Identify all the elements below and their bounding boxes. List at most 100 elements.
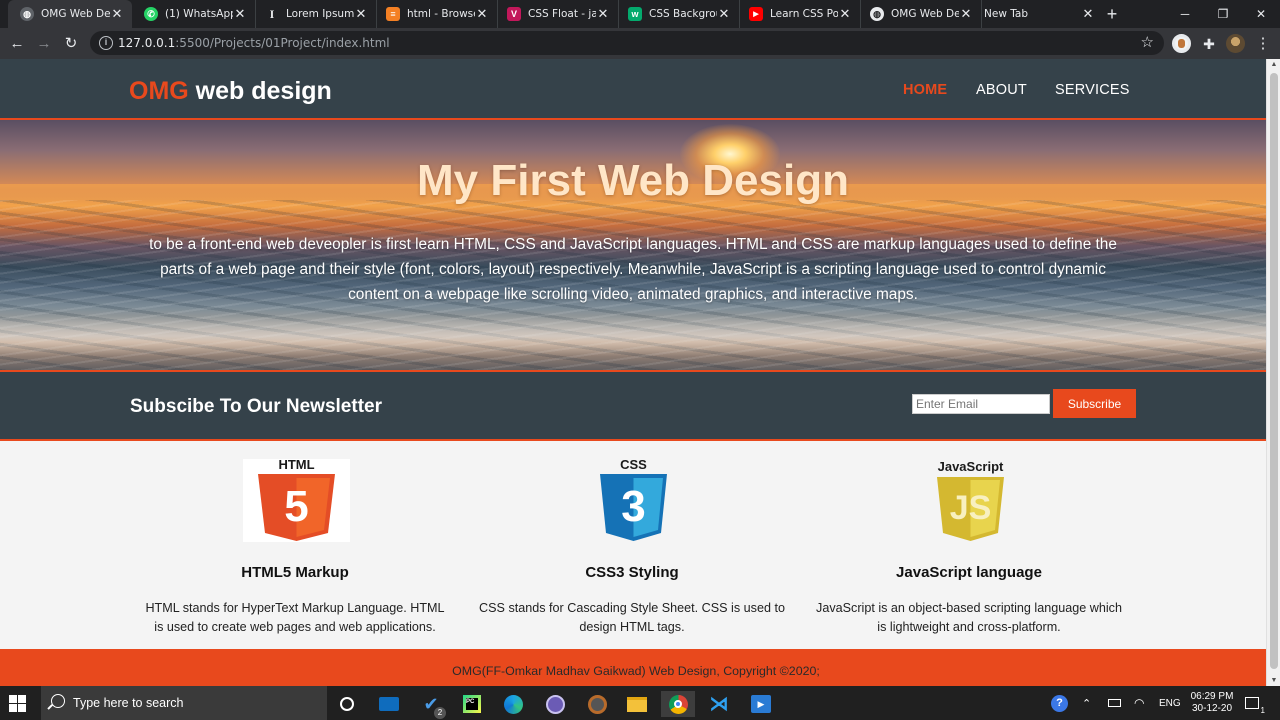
close-tab-icon[interactable]: ✕ xyxy=(596,6,610,22)
subscribe-button[interactable]: Subscribe xyxy=(1053,389,1136,418)
feature-description: CSS stands for Cascading Style Sheet. CS… xyxy=(479,601,785,634)
feature-box-html: HTML 5 HTML5 Markup HTML stands for Hype… xyxy=(130,443,460,649)
url-text[interactable]: 127.0.0.1:5500/Projects/01Project/index.… xyxy=(118,36,390,50)
browser-tab[interactable]: ◍ OMG Web Design ✕ xyxy=(8,0,132,28)
new-tab-button[interactable]: + xyxy=(1100,3,1124,25)
site-footer: OMG(FF-Omkar Madhav Gaikwad) Web Design,… xyxy=(0,649,1266,686)
notifications-icon[interactable]: 1 xyxy=(1245,686,1265,720)
media-app-icon[interactable]: ▶ xyxy=(744,691,778,717)
search-icon xyxy=(51,694,65,708)
newsletter-title: Subscibe To Our Newsletter xyxy=(130,396,382,417)
feature-description: HTML stands for HyperText Markup Languag… xyxy=(145,601,445,634)
browser-tab[interactable]: New Tab ✕ xyxy=(979,0,1103,28)
email-field[interactable] xyxy=(912,394,1050,414)
profile-avatar[interactable] xyxy=(1226,34,1245,53)
html5-logo: HTML 5 xyxy=(243,459,350,542)
feature-title: HTML5 Markup xyxy=(241,564,349,581)
nav-home-link[interactable]: HOME xyxy=(903,82,947,98)
brand-highlight: OMG xyxy=(129,77,189,105)
reload-button[interactable]: ↻ xyxy=(60,33,82,55)
browser-menu-icon[interactable]: ⋮ xyxy=(1252,33,1274,55)
nav-services-link[interactable]: SERVICES xyxy=(1055,82,1130,98)
tab-title: OMG Web Design xyxy=(41,8,110,20)
windows-start-icon[interactable] xyxy=(9,695,26,712)
page-scrollbar[interactable]: ▲ ▼ xyxy=(1266,59,1280,686)
cortana-icon[interactable] xyxy=(330,691,364,717)
close-tab-icon[interactable]: ✕ xyxy=(233,6,247,22)
wifi-icon[interactable]: ◠ xyxy=(1134,686,1144,720)
show-hidden-icons-chevron[interactable]: ⌃ xyxy=(1082,686,1091,720)
extensions-puzzle-icon[interactable]: ✚ xyxy=(1198,33,1220,55)
back-button[interactable]: ← xyxy=(6,33,28,55)
address-bar[interactable]: i 127.0.0.1:5500/Projects/01Project/inde… xyxy=(90,31,1164,55)
css3-logo: CSS 3 xyxy=(580,459,687,542)
bookmark-star-icon[interactable]: ☆ xyxy=(1141,33,1154,51)
minimize-button[interactable]: ─ xyxy=(1166,0,1204,28)
app-icon[interactable] xyxy=(538,691,572,717)
browser-tab[interactable]: ▶ Learn CSS Position ✕ xyxy=(737,0,861,28)
browser-tab[interactable]: I Lorem Ipsum - All the facts ✕ xyxy=(253,0,377,28)
close-tab-icon[interactable]: ✕ xyxy=(959,6,973,22)
media-player-icon[interactable] xyxy=(580,691,614,717)
scroll-down-icon[interactable]: ▼ xyxy=(1267,677,1280,684)
javascript-logo-label: JavaScript xyxy=(938,459,1004,474)
javascript-logo: JavaScript JS xyxy=(917,459,1024,542)
feature-title: JavaScript language xyxy=(896,564,1042,581)
todo-icon[interactable]: ✔ 2 xyxy=(414,691,448,719)
tab-title: New Tab xyxy=(984,8,1029,20)
file-explorer-icon[interactable] xyxy=(620,691,654,717)
lorem-icon: I xyxy=(265,7,279,21)
v-icon: V xyxy=(507,7,521,21)
search-placeholder: Type here to search xyxy=(73,696,184,710)
edge-icon[interactable] xyxy=(496,691,530,717)
scrollbar-thumb[interactable] xyxy=(1270,73,1278,669)
nav-about-link[interactable]: ABOUT xyxy=(976,82,1027,98)
footer-copyright: OMG(FF-Omkar Madhav Gaikwad) Web Design,… xyxy=(452,664,820,678)
taskbar-search-box[interactable]: Type here to search xyxy=(41,686,327,720)
tab-title: Lorem Ipsum - All the facts xyxy=(286,8,354,20)
tab-title: html - Browser xyxy=(407,8,475,20)
url-host: 127.0.0.1 xyxy=(118,36,176,50)
forward-button[interactable]: → xyxy=(33,33,55,55)
hero-description: to be a front-end web deveopler is first… xyxy=(149,236,1117,303)
close-tab-icon[interactable]: ✕ xyxy=(838,6,852,22)
close-tab-icon[interactable]: ✕ xyxy=(1081,6,1095,22)
tab-title: OMG Web Design xyxy=(891,8,959,20)
browser-tab[interactable]: ✆ (1) WhatsApp ✕ xyxy=(132,0,256,28)
language-indicator[interactable]: ENG xyxy=(1159,686,1181,720)
clock[interactable]: 06:29 PM 30-12-20 xyxy=(1189,686,1235,720)
close-tab-icon[interactable]: ✕ xyxy=(354,6,368,22)
pycharm-icon[interactable]: PC xyxy=(455,691,489,717)
css3-logo-digit: 3 xyxy=(621,482,645,531)
vscode-icon[interactable]: ⋊ xyxy=(702,691,736,717)
browser-tab-strip: ◍ OMG Web Design ✕ ✆ (1) WhatsApp ✕ I Lo… xyxy=(0,0,1280,28)
site-logo[interactable]: OMG web design xyxy=(129,77,332,106)
newsletter-section: Subscibe To Our Newsletter Subscribe xyxy=(0,372,1266,441)
browser-tab[interactable]: ≡ html - Browser ✕ xyxy=(374,0,498,28)
tab-title: CSS Background xyxy=(649,8,717,20)
extension-icon[interactable] xyxy=(1172,34,1191,53)
windows-taskbar: Type here to search ✔ 2 PC ⋊ ▶ ? ⌃ ◠ ENG… xyxy=(0,686,1280,720)
site-info-icon[interactable]: i xyxy=(99,36,113,50)
mail-icon[interactable] xyxy=(372,691,406,717)
browser-tab[interactable]: V CSS Float - javascript ✕ xyxy=(495,0,619,28)
globe-icon: ◍ xyxy=(870,7,884,21)
close-tab-icon[interactable]: ✕ xyxy=(110,6,124,22)
close-tab-icon[interactable]: ✕ xyxy=(717,6,731,22)
stackoverflow-icon: ≡ xyxy=(386,7,400,21)
help-icon[interactable]: ? xyxy=(1051,686,1068,720)
browser-toolbar: ← → ↻ i 127.0.0.1:5500/Projects/01Projec… xyxy=(0,28,1280,59)
browser-tab[interactable]: w CSS Background ✕ xyxy=(616,0,740,28)
brand-text: web design xyxy=(195,77,332,105)
scroll-up-icon[interactable]: ▲ xyxy=(1267,61,1280,68)
maximize-button[interactable]: ❐ xyxy=(1204,0,1242,28)
browser-tab[interactable]: ◍ OMG Web Design ✕ xyxy=(858,0,982,28)
close-window-button[interactable]: ✕ xyxy=(1242,0,1280,28)
tab-title: CSS Float - javascript xyxy=(528,8,596,20)
battery-icon[interactable] xyxy=(1108,686,1121,720)
html5-logo-digit: 5 xyxy=(284,482,308,531)
chrome-icon[interactable] xyxy=(661,691,695,717)
feature-box-javascript: JavaScript JS JavaScript language JavaSc… xyxy=(804,443,1134,649)
close-tab-icon[interactable]: ✕ xyxy=(475,6,489,22)
youtube-icon: ▶ xyxy=(749,7,763,21)
